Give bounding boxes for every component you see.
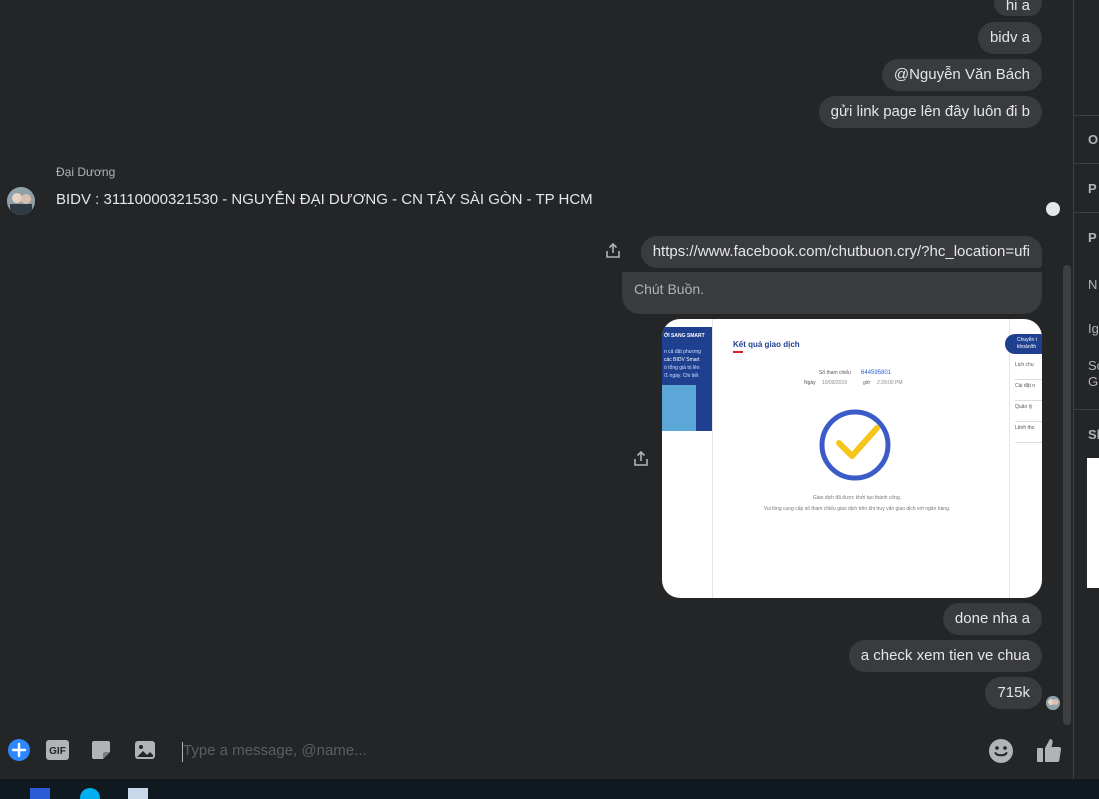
conversation-panel: hi a bidv a @Nguyễn Văn Bách gửi link pa… (0, 0, 1073, 725)
info-section-label[interactable]: Sh (1088, 427, 1099, 442)
link-preview-card[interactable]: Chút Buồn. (622, 272, 1042, 314)
message-bubble-incoming[interactable]: BIDV : 31110000321530 - NGUYỄN ĐẠI DƯƠNG… (44, 184, 605, 216)
receipt-title: Kết quả giao dịch (733, 340, 800, 349)
receipt-banner: ỚI SANG SMART n cả đặt phương các BIDV S… (662, 327, 712, 431)
photo-icon[interactable] (133, 738, 157, 762)
gif-icon[interactable]: GIF (45, 738, 70, 762)
taskbar-app-icon[interactable] (128, 788, 148, 799)
seen-avatar (1046, 696, 1060, 710)
taskbar-app-icon[interactable] (30, 788, 50, 799)
emoji-icon[interactable] (988, 738, 1014, 764)
skype-icon[interactable] (80, 788, 100, 799)
message-bubble[interactable]: done nha a (942, 603, 1042, 635)
info-item-label: Sc (1088, 358, 1099, 373)
message-bubble[interactable]: gửi link page lên đây luôn đi b (818, 96, 1042, 128)
info-item-label: Gi (1088, 374, 1099, 389)
info-section-label[interactable]: O (1088, 132, 1098, 147)
share-icon[interactable] (604, 242, 622, 260)
receipt-side-header: Chuyển t khoản/th (1005, 334, 1042, 354)
thumbs-up-icon[interactable] (1035, 736, 1063, 764)
conversation-info-pane: O P P N Ig Sc Gi Sh (1073, 0, 1099, 779)
seen-indicator (1046, 202, 1060, 216)
message-bubble[interactable]: 715k (985, 677, 1042, 709)
os-taskbar (0, 779, 1099, 799)
link-preview-title: Chút Buồn. (634, 281, 705, 297)
avatar-photo-icon (7, 187, 35, 215)
message-bubble[interactable]: a check xem tien ve chua (848, 640, 1042, 672)
info-item-label: Ig (1088, 321, 1099, 336)
info-section-label[interactable]: P (1088, 230, 1097, 245)
message-composer: GIF Type a message, @name... (0, 725, 1073, 779)
receipt-side-menu: Lịch chu Cài đặt n Quản lý Lệnh tho (1015, 359, 1042, 443)
message-bubble[interactable]: hi a (993, 0, 1042, 16)
success-check-icon (819, 409, 891, 481)
sender-avatar[interactable] (7, 187, 35, 215)
share-icon[interactable] (632, 450, 650, 468)
sender-name: Đại Dương (56, 165, 116, 179)
shared-media-thumb[interactable] (1087, 458, 1099, 588)
message-bubble[interactable]: @Nguyễn Văn Bách (881, 59, 1042, 91)
info-section-label[interactable]: P (1088, 181, 1097, 196)
message-bubble[interactable]: bidv a (977, 22, 1042, 54)
link-message[interactable]: https://www.facebook.com/chutbuon.cry/?h… (640, 236, 1042, 268)
seen-avatar-icon (1046, 696, 1060, 710)
svg-text:GIF: GIF (49, 746, 66, 757)
add-icon[interactable] (7, 738, 31, 762)
receipt-screenshot-image[interactable]: ỚI SANG SMART n cả đặt phương các BIDV S… (662, 319, 1042, 598)
chat-scrollbar[interactable] (1063, 265, 1071, 725)
message-input[interactable]: Type a message, @name... (183, 742, 367, 759)
info-item-label: N (1088, 277, 1098, 292)
sticker-icon[interactable] (89, 738, 113, 762)
